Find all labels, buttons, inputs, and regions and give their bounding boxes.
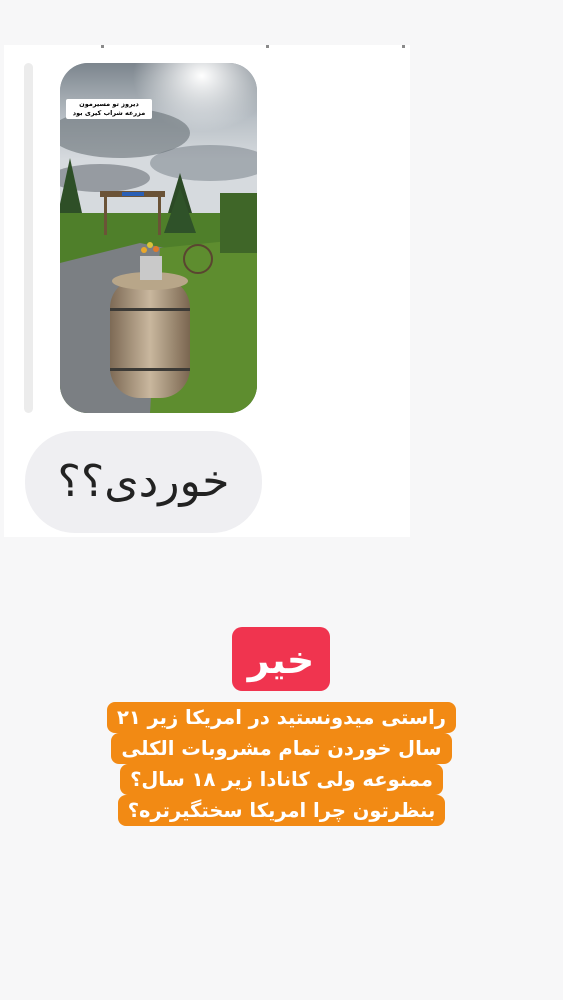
- question-line-4: بنظرتون چرا امریکا سختگیرتره؟: [117, 795, 446, 826]
- story-thumbnail[interactable]: دیروز تو مسیرمون مزرعه شراب کیری بود: [60, 63, 257, 413]
- question-line-2: سال خوردن تمام مشروبات الکلی: [111, 733, 452, 764]
- question-text-block: راستی میدونستید در امریکا زیر ۲۱ سال خور…: [0, 702, 563, 826]
- reply-message-bubble: خوردی؟؟: [25, 431, 262, 533]
- question-line-1: راستی میدونستید در امریکا زیر ۲۱: [106, 702, 457, 733]
- story-caption-sticker: دیروز تو مسیرمون مزرعه شراب کیری بود: [66, 99, 152, 119]
- question-line-3: ممنوعه ولی کانادا زیر ۱۸ سال؟: [120, 764, 443, 795]
- cropped-header-edge: [4, 45, 410, 49]
- answer-badge: خیر: [231, 627, 331, 691]
- answer-container: خیر: [0, 627, 563, 691]
- story-reply-card: دیروز تو مسیرمون مزرعه شراب کیری بود خور…: [4, 45, 410, 537]
- reply-message-text: خوردی؟؟: [57, 456, 230, 507]
- reply-indicator-bar: [24, 63, 33, 413]
